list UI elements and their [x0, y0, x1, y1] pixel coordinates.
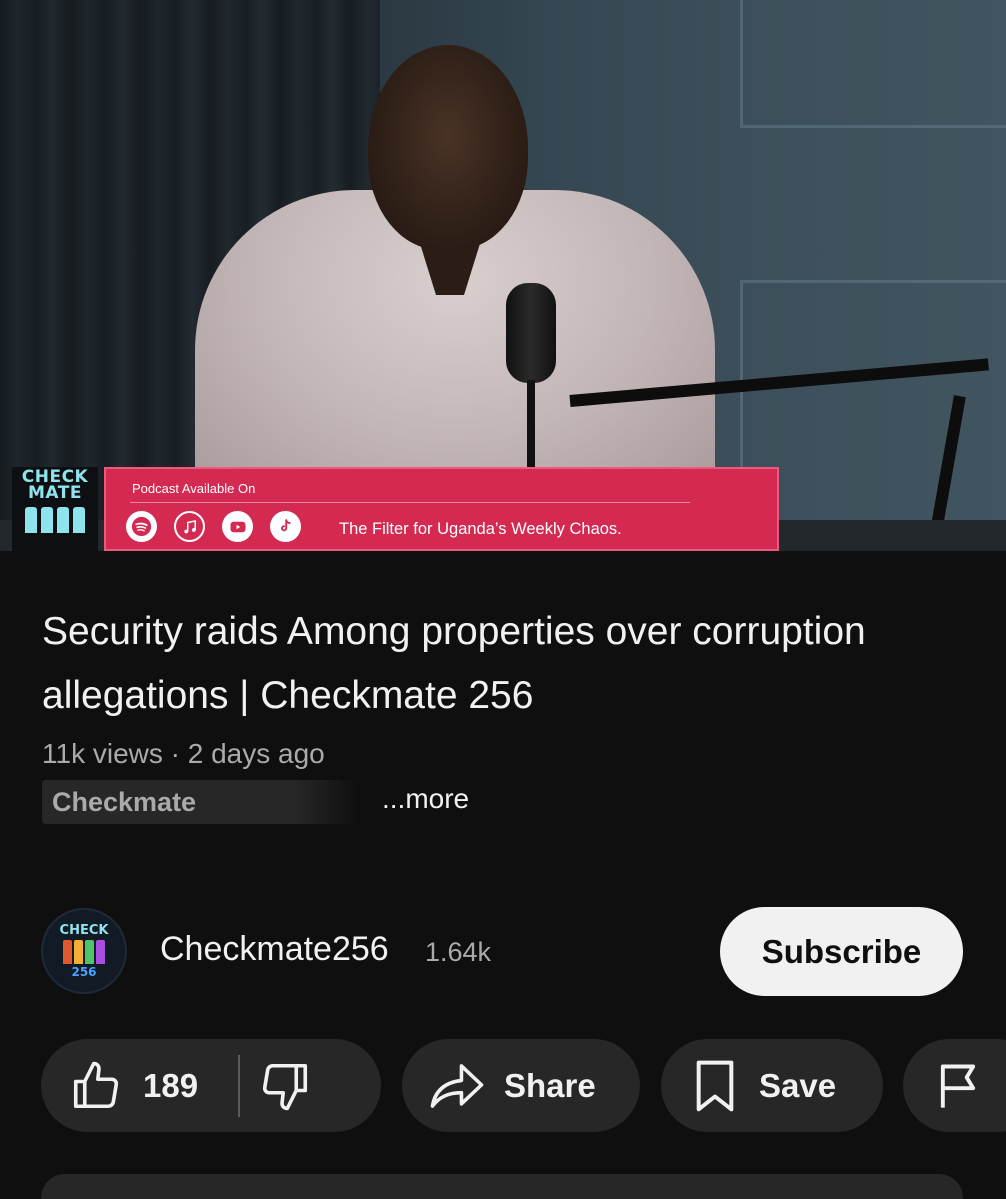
- save-label: Save: [759, 1066, 837, 1104]
- save-button[interactable]: Save: [661, 1039, 883, 1132]
- meta-separator: ·: [162, 738, 188, 769]
- wall-panel: [740, 0, 1006, 128]
- video-metadata[interactable]: 11k views · 2 days ago: [42, 738, 325, 770]
- wall-panel: [740, 280, 1006, 536]
- avatar-text-top: CHECK: [59, 922, 109, 938]
- like-dislike-pill: 189: [41, 1039, 381, 1132]
- thumbs-up-icon: [69, 1059, 123, 1113]
- podcast-banner: Podcast Available On The Filter for Ugan…: [104, 467, 779, 551]
- comments-card[interactable]: [41, 1174, 963, 1199]
- avatar-text-bottom: 256: [71, 964, 97, 979]
- tiktok-icon: [270, 511, 301, 542]
- share-arrow-icon: [428, 1061, 486, 1111]
- host-head: [368, 45, 528, 250]
- banner-divider: [130, 502, 690, 503]
- subscribe-button[interactable]: Subscribe: [720, 907, 963, 996]
- dislike-button[interactable]: [240, 1039, 330, 1132]
- apple-podcasts-icon: [174, 511, 205, 542]
- avatar-pieces: [63, 939, 105, 964]
- description-channel-tag[interactable]: Checkmate: [42, 780, 358, 824]
- spotify-icon: [126, 511, 157, 542]
- microphone: [506, 283, 556, 383]
- report-button[interactable]: [903, 1039, 1006, 1132]
- like-count: 189: [143, 1066, 199, 1104]
- video-watch-page: CHECK MATE Podcast Available On The Filt…: [0, 0, 1006, 1199]
- view-count: 11k views: [42, 738, 163, 769]
- channel-avatar[interactable]: CHECK 256: [41, 908, 127, 994]
- share-label: Share: [504, 1066, 596, 1104]
- microphone-stand: [527, 380, 535, 470]
- channel-name[interactable]: Checkmate256: [160, 930, 389, 969]
- youtube-icon: [222, 511, 253, 542]
- bookmark-icon: [689, 1058, 741, 1114]
- video-title[interactable]: Security raids Among properties over cor…: [42, 600, 942, 728]
- more-link[interactable]: ...more: [382, 783, 469, 815]
- share-button[interactable]: Share: [402, 1039, 640, 1132]
- podcast-tagline: The Filter for Uganda’s Weekly Chaos.: [339, 520, 622, 538]
- checkmate-logo: CHECK MATE: [12, 467, 98, 551]
- upload-age: 2 days ago: [187, 738, 325, 769]
- like-button[interactable]: 189: [41, 1039, 198, 1132]
- flag-icon: [933, 1060, 983, 1112]
- video-player[interactable]: CHECK MATE Podcast Available On The Filt…: [0, 0, 1006, 551]
- podcast-label: Podcast Available On: [132, 481, 256, 496]
- thumbs-down-icon: [258, 1059, 312, 1113]
- platform-icons: [126, 511, 301, 542]
- subscriber-count: 1.64k: [425, 937, 492, 967]
